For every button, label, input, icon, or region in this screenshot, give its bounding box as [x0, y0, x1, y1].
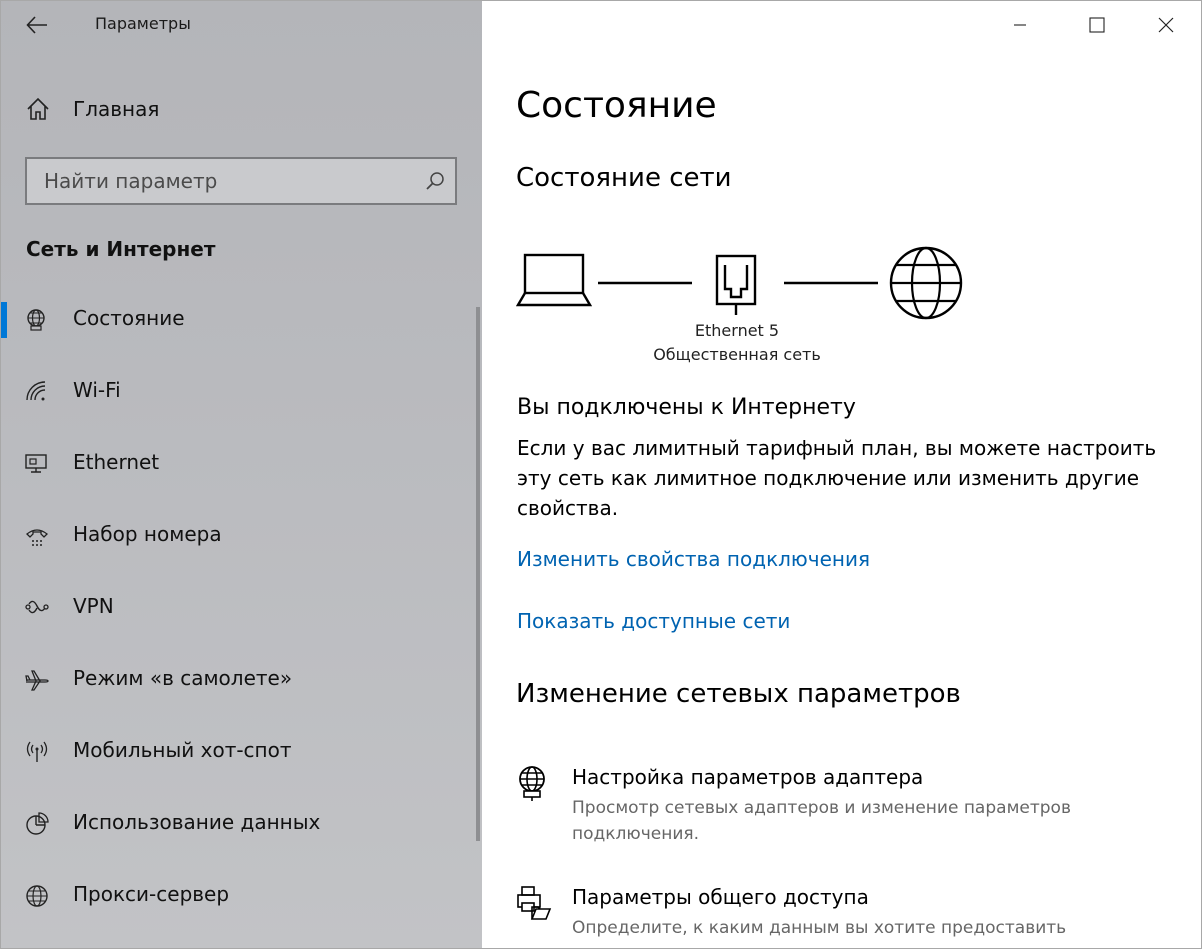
sidebar-item-ethernet[interactable]: Ethernet [1, 428, 471, 500]
sidebar-item-label: Режим «в самолете» [73, 666, 293, 690]
maximize-button[interactable] [1074, 5, 1120, 45]
internet-globe-icon [889, 246, 963, 320]
sidebar-item-hotspot[interactable]: Мобильный хот-спот [1, 716, 471, 788]
status-globe-icon [27, 309, 45, 331]
adapter-settings-option[interactable]: Настройка параметров адаптера Просмотр с… [516, 765, 1176, 845]
close-button[interactable] [1143, 5, 1189, 45]
page-title: Состояние [516, 85, 717, 126]
sidebar-item-label: Wi-Fi [73, 378, 121, 402]
sidebar-item-vpn[interactable]: VPN [1, 572, 471, 644]
search-box[interactable] [25, 157, 457, 205]
show-available-networks-link[interactable]: Показать доступные сети [517, 609, 790, 633]
sidebar-item-label: VPN [73, 594, 114, 618]
sidebar-item-label: Ethernet [73, 450, 160, 474]
connected-heading: Вы подключены к Интернету [517, 395, 856, 420]
section-title: Сеть и Интернет [26, 237, 216, 261]
dialup-icon [26, 529, 48, 546]
laptop-icon [516, 253, 592, 307]
minimize-icon [1014, 24, 1026, 26]
sharing-options-subtitle: Определите, к каким данным вы хотите пре… [572, 918, 1067, 948]
main-content: Состояние Состояние сети Ethernet 5 Обще… [482, 1, 1201, 948]
sidebar-item-airplane[interactable]: Режим «в самолете» [1, 644, 471, 716]
sidebar-item-label: Набор номера [73, 522, 222, 546]
sidebar-item-label: Состояние [73, 306, 185, 330]
sidebar-item-wifi[interactable]: Wi-Fi [1, 356, 471, 428]
sharing-options-option[interactable]: Параметры общего доступа Определите, к к… [516, 885, 1176, 948]
sidebar-item-label: Использование данных [73, 810, 321, 834]
adapter-name: Ethernet 5 [694, 321, 780, 340]
sidebar-nav: Состояние Wi-Fi Ethernet Набор номера VP… [1, 284, 471, 932]
network-status-heading: Состояние сети [516, 163, 732, 193]
search-input[interactable] [27, 159, 407, 203]
back-arrow-icon [26, 16, 47, 34]
proxy-globe-icon [26, 885, 48, 907]
sidebar: Параметры Главная Сеть и Интернет [1, 1, 482, 948]
change-connection-properties-link[interactable]: Изменить свойства подключения [517, 547, 870, 571]
connection-line-icon [598, 281, 692, 285]
close-icon [1158, 17, 1174, 33]
wifi-icon [26, 381, 46, 401]
hotspot-icon [26, 741, 48, 762]
app-title: Параметры [95, 14, 191, 33]
home-nav-item[interactable]: Главная [25, 89, 455, 129]
sidebar-item-data-usage[interactable]: Использование данных [1, 788, 471, 860]
sidebar-item-status[interactable]: Состояние [1, 284, 471, 356]
adapter-settings-title: Настройка параметров адаптера [572, 765, 924, 789]
home-label: Главная [73, 97, 160, 121]
airplane-icon [25, 670, 49, 691]
sharing-options-title: Параметры общего доступа [572, 885, 869, 909]
connection-line-icon [784, 281, 878, 285]
search-icon[interactable] [425, 171, 445, 191]
sidebar-item-proxy[interactable]: Прокси-сервер [1, 860, 471, 932]
ethernet-port-icon [715, 254, 757, 315]
sidebar-item-dialup[interactable]: Набор номера [1, 500, 471, 572]
connected-description: Если у вас лимитный тарифный план, вы мо… [517, 436, 1157, 520]
sidebar-item-label: Мобильный хот-спот [73, 738, 292, 762]
adapter-globe-icon [519, 766, 545, 801]
maximize-icon [1089, 17, 1105, 33]
adapter-settings-subtitle: Просмотр сетевых адаптеров и изменение п… [572, 798, 1071, 844]
home-icon [27, 97, 49, 120]
back-button[interactable] [15, 7, 59, 43]
sidebar-item-label: Прокси-сервер [73, 882, 230, 906]
ethernet-icon [25, 454, 47, 473]
network-type: Общественная сеть [653, 345, 821, 364]
sidebar-scrollbar[interactable] [476, 307, 480, 841]
minimize-button[interactable] [997, 5, 1043, 45]
change-settings-heading: Изменение сетевых параметров [516, 679, 961, 709]
data-usage-icon [26, 812, 49, 835]
vpn-icon [25, 600, 49, 614]
sharing-printer-folder-icon [517, 886, 552, 920]
settings-window: Параметры Главная Сеть и Интернет [0, 0, 1202, 949]
